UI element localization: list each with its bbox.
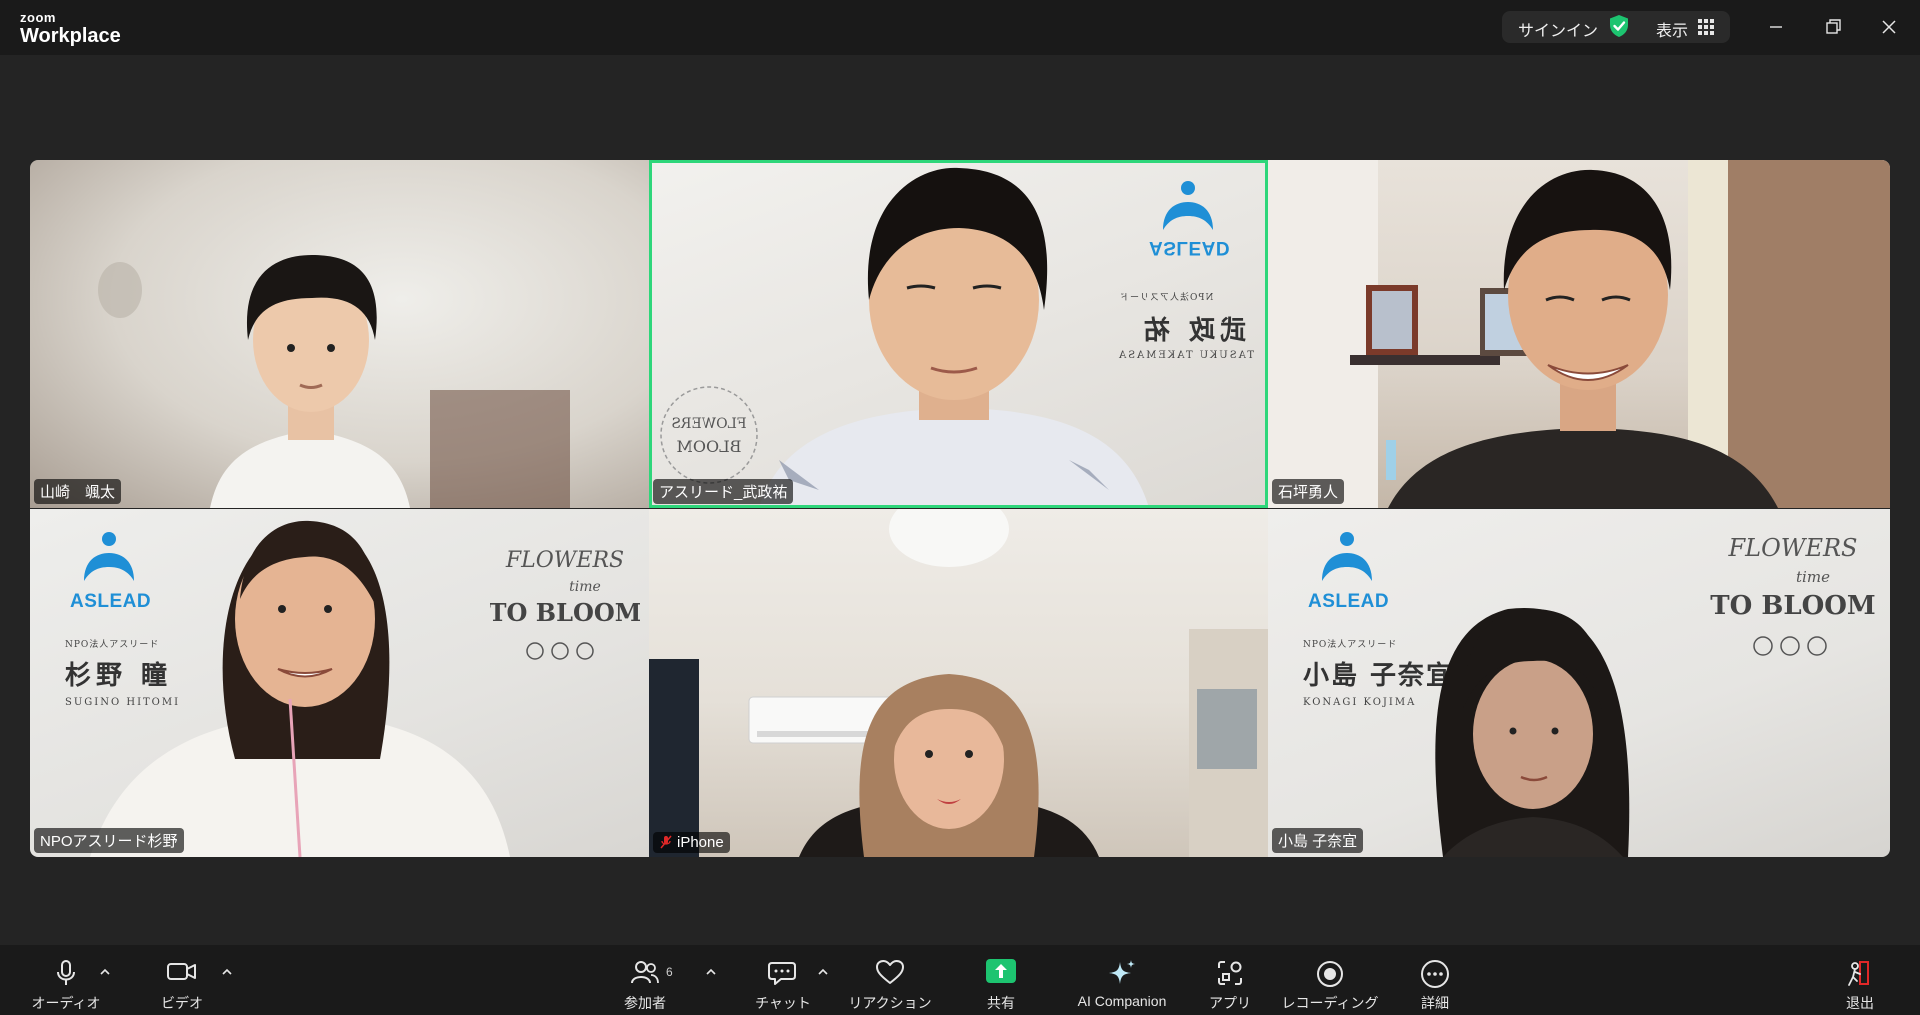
participants-icon	[631, 961, 659, 984]
participant-name: iPhone	[653, 832, 730, 853]
video-camera-icon	[167, 963, 196, 980]
video-tile[interactable]: iPhone	[649, 509, 1268, 857]
security-shield-icon[interactable]	[1608, 14, 1630, 38]
participant-video	[1435, 607, 1630, 857]
audio-label: オーディオ	[31, 995, 101, 1011]
video-button[interactable]: ビデオ	[150, 945, 214, 1015]
participant-video	[98, 255, 570, 508]
participant-video	[649, 509, 1268, 857]
recording-button[interactable]: レコーディング	[1281, 945, 1379, 1015]
recording-label: レコーディング	[1281, 995, 1379, 1011]
video-tile[interactable]: 山崎 颯太	[30, 160, 649, 508]
reactions-label: リアクション	[848, 995, 932, 1011]
zoom-workplace-logo: zoom Workplace	[20, 11, 121, 46]
logo-bottom: Workplace	[20, 25, 121, 47]
participant-name: アスリード_武政祐	[653, 479, 794, 504]
participant-name: 石坪勇人	[1272, 479, 1345, 504]
more-dots-icon	[1421, 960, 1449, 988]
audio-options-caret-icon[interactable]	[99, 967, 111, 977]
audio-button[interactable]: オーディオ	[30, 945, 102, 1015]
participant-video	[90, 520, 510, 857]
participants-label: 参加者	[624, 995, 666, 1011]
participant-name: 山崎 颯太	[34, 479, 122, 504]
close-icon[interactable]	[1876, 14, 1902, 40]
leave-button[interactable]: 退出	[1840, 945, 1880, 1015]
video-tile-active-speaker[interactable]: FLOWERS BLOOM ASLEAD NPO法人アスリード 武政 祐 TAS…	[649, 160, 1268, 508]
restore-icon[interactable]	[1820, 14, 1846, 40]
participants-button[interactable]: 参加者	[610, 945, 680, 1015]
participant-name: 小島 子奈宜	[1272, 828, 1364, 853]
ai-companion-button[interactable]: AI Companion	[1070, 945, 1174, 1015]
ai-companion-label: AI Companion	[1077, 993, 1167, 1009]
view-button[interactable]: 表示	[1656, 17, 1688, 41]
apps-icon	[1218, 961, 1242, 985]
video-label: ビデオ	[161, 995, 203, 1011]
microphone-icon	[57, 960, 75, 985]
share-label: 共有	[987, 995, 1015, 1011]
reactions-button[interactable]: リアクション	[848, 945, 932, 1015]
more-label: 詳細	[1421, 995, 1449, 1011]
bg-roman-name: TASUKU TAKEMASA	[1117, 350, 1254, 361]
aslead-logo-icon	[1163, 181, 1213, 230]
chat-bubble-icon	[768, 962, 796, 985]
org-label: NPO法人アスリード	[1119, 293, 1214, 303]
video-tile[interactable]: ASLEAD NPO法人アスリード 杉野 瞳 SUGINO HITOMI FLO…	[30, 509, 649, 857]
sign-in-button[interactable]: サインイン	[1518, 17, 1598, 41]
participant-count: 6	[666, 965, 673, 979]
logo-top: zoom	[20, 10, 56, 25]
participant-name-text: iPhone	[677, 834, 724, 851]
apps-label: アプリ	[1209, 995, 1251, 1011]
chat-button[interactable]: チャット	[752, 945, 814, 1015]
leave-label: 退出	[1846, 995, 1874, 1011]
chat-options-caret-icon[interactable]	[817, 967, 829, 977]
bg-person-name: 武政 祐	[1139, 316, 1247, 346]
muted-mic-icon	[660, 835, 672, 849]
heart-icon	[876, 960, 904, 984]
more-button[interactable]: 詳細	[1405, 945, 1465, 1015]
video-options-caret-icon[interactable]	[221, 967, 233, 977]
participants-options-caret-icon[interactable]	[705, 967, 717, 977]
video-tile[interactable]: ASLEAD NPO法人アスリード 小島 子奈宜 KONAGI KOJIMA F…	[1268, 509, 1890, 857]
leave-door-icon	[1848, 961, 1869, 986]
brand-name: ASLEAD	[1149, 237, 1231, 258]
participant-name: NPOアスリード杉野	[34, 828, 184, 853]
chat-label: チャット	[755, 995, 811, 1011]
video-tile[interactable]: 石坪勇人	[1268, 160, 1890, 508]
share-screen-icon	[986, 959, 1016, 983]
participant-video	[1268, 160, 1890, 508]
meeting-toolbar: オーディオ ビデオ 参加者 6 チャット リアクション 共有 AI Compan…	[0, 945, 1920, 1015]
record-icon	[1317, 961, 1343, 987]
minimize-icon[interactable]	[1763, 14, 1789, 40]
sparkle-icon	[1109, 960, 1135, 984]
apps-button[interactable]: アプリ	[1200, 945, 1260, 1015]
share-button[interactable]: 共有	[975, 945, 1027, 1015]
grid-view-icon[interactable]	[1698, 19, 1714, 35]
title-bar: zoom Workplace サインイン 表示	[0, 0, 1920, 55]
